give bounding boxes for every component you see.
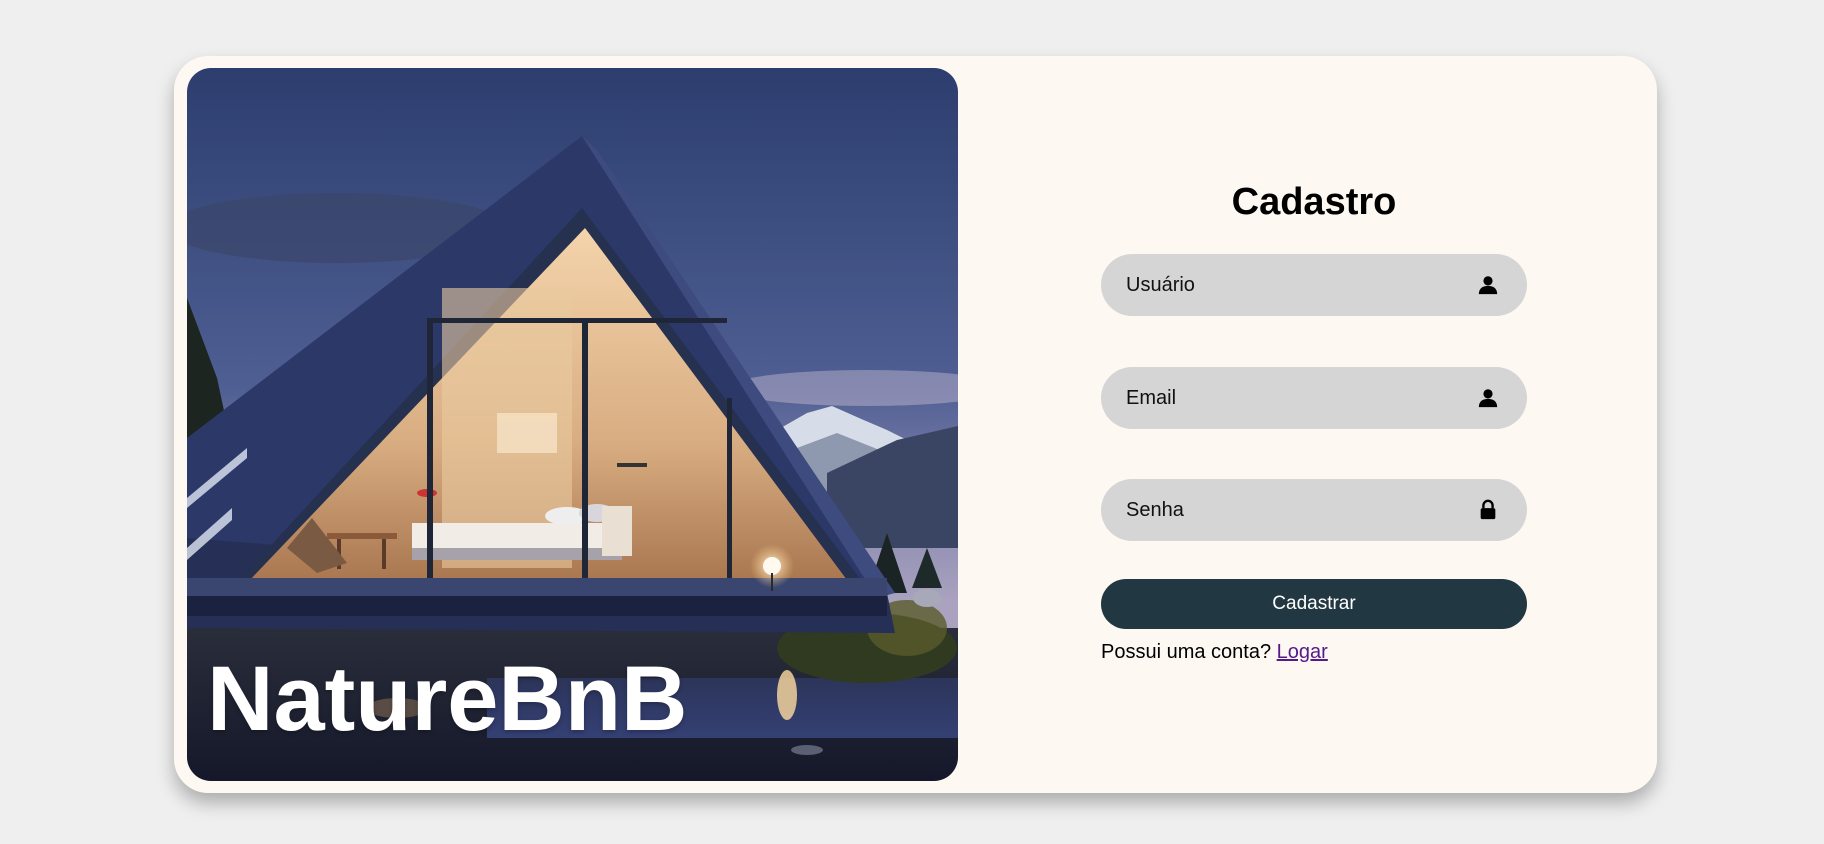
login-link[interactable]: Logar: [1277, 641, 1328, 663]
signup-form: Cadastro Cadastrar Possui uma conta? Log…: [1101, 56, 1527, 793]
username-field: [1101, 254, 1527, 316]
user-icon: [1477, 274, 1499, 296]
hero-image-panel: NatureBnB: [187, 68, 958, 781]
password-input[interactable]: [1101, 479, 1527, 541]
lock-icon: [1477, 499, 1499, 521]
user-icon: [1477, 387, 1499, 409]
brand-logo-text: NatureBnB: [207, 648, 688, 750]
form-title: Cadastro: [1231, 181, 1397, 223]
password-field: [1101, 479, 1527, 541]
email-input[interactable]: [1101, 367, 1527, 429]
login-prompt-line: Possui uma conta? Logar: [1101, 641, 1328, 664]
signup-button[interactable]: Cadastrar: [1101, 579, 1527, 629]
email-field: [1101, 367, 1527, 429]
signup-card: NatureBnB Cadastro Cadastrar Possui uma …: [174, 56, 1657, 793]
login-prompt-text: Possui uma conta?: [1101, 641, 1272, 663]
username-input[interactable]: [1101, 254, 1527, 316]
